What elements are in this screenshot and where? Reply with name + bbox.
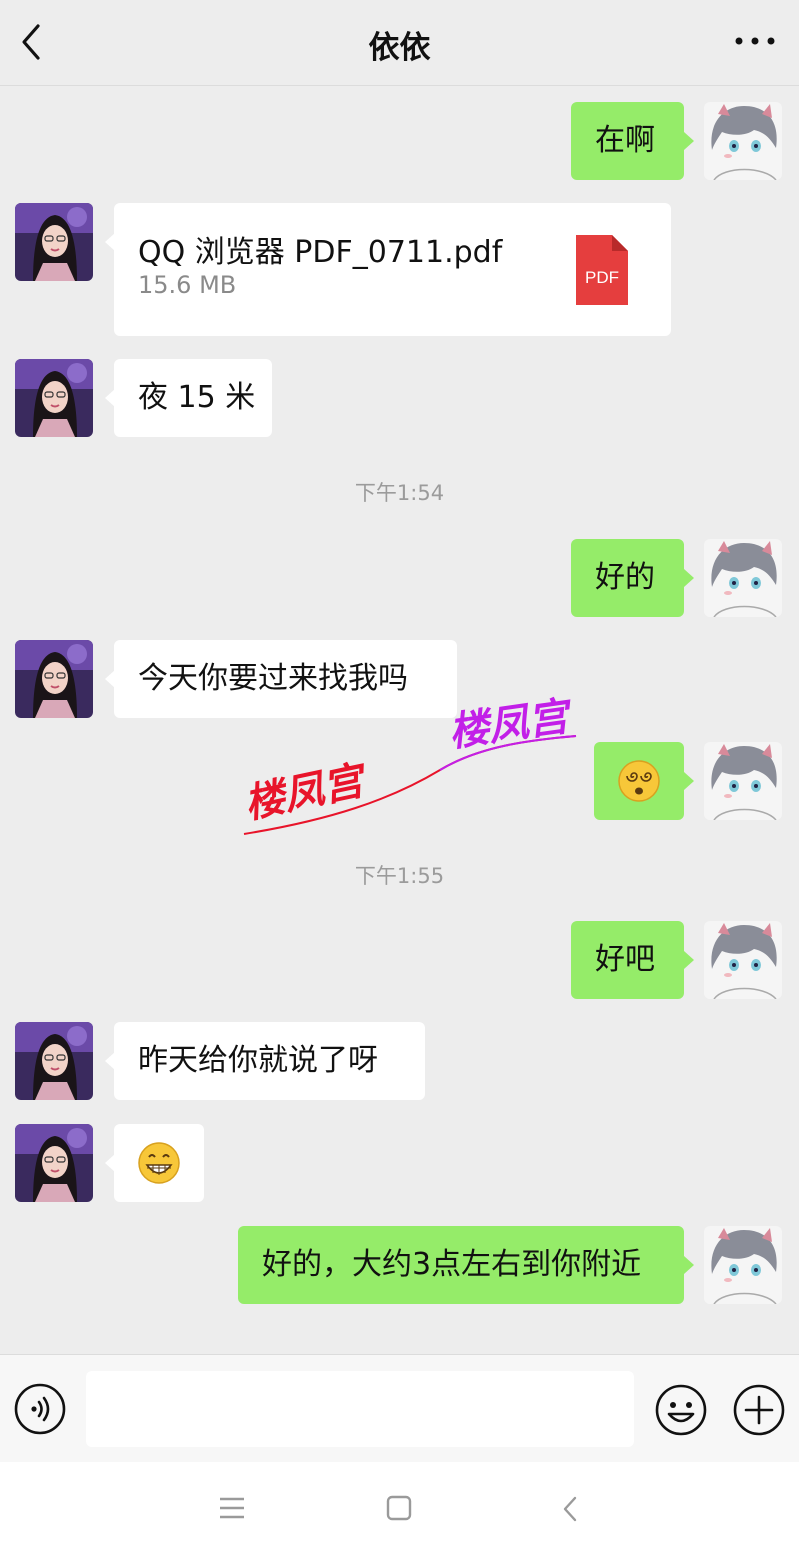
message-bubble-in[interactable]: 夜 15 米 [105, 359, 272, 437]
message-bubble-out[interactable]: 在啊 [571, 102, 694, 180]
contact-avatar[interactable] [15, 640, 93, 718]
chat-title: 依依 [368, 30, 431, 66]
voice-input-button[interactable] [14, 1383, 66, 1435]
message-bubble-out[interactable] [594, 742, 694, 820]
smiley-icon [655, 1384, 707, 1436]
message-bubble-out[interactable]: 好的，大约3点左右到你附近 [238, 1226, 694, 1304]
message-input[interactable] [86, 1371, 634, 1447]
home-icon[interactable] [386, 1495, 412, 1521]
message-bubble-in[interactable] [105, 1124, 204, 1202]
dizzy-face-emoji [618, 760, 660, 802]
emoji-button[interactable] [654, 1383, 708, 1437]
more-dots-icon [735, 37, 775, 45]
message-input-bar [0, 1354, 799, 1462]
voice-icon [14, 1383, 66, 1435]
my-avatar[interactable] [704, 1226, 782, 1304]
contact-avatar[interactable] [15, 203, 93, 281]
timestamp: 下午1:55 [354, 864, 445, 888]
pdf-icon-label: PDF [585, 268, 619, 287]
more-button[interactable] [733, 26, 777, 56]
grinning-face-emoji [138, 1142, 180, 1184]
message-bubble-out[interactable]: 好的 [571, 539, 694, 617]
plus-icon [733, 1384, 785, 1436]
file-size: 15.6 MB [138, 271, 237, 299]
nav-back-icon[interactable] [560, 1495, 580, 1523]
file-name: QQ 浏览器 PDF_0711.pdf [138, 235, 503, 270]
system-navigation-bar [0, 1462, 799, 1543]
my-avatar[interactable] [704, 102, 782, 180]
timestamp: 下午1:54 [354, 481, 445, 505]
pdf-file-icon: PDF [576, 235, 628, 305]
message-bubble-out[interactable]: 好吧 [571, 921, 694, 999]
my-avatar[interactable] [704, 921, 782, 999]
message-bubble-in[interactable]: 昨天给你就说了呀 [105, 1022, 425, 1100]
contact-avatar[interactable] [15, 1124, 93, 1202]
menu-icon[interactable] [218, 1496, 246, 1520]
my-avatar[interactable] [704, 539, 782, 617]
more-functions-button[interactable] [732, 1383, 786, 1437]
my-avatar[interactable] [704, 742, 782, 820]
contact-avatar[interactable] [15, 359, 93, 437]
chat-header: 依依 [0, 0, 799, 86]
file-message-card[interactable]: QQ 浏览器 PDF_0711.pdf 15.6 MB PDF [105, 203, 671, 336]
contact-avatar[interactable] [15, 1022, 93, 1100]
